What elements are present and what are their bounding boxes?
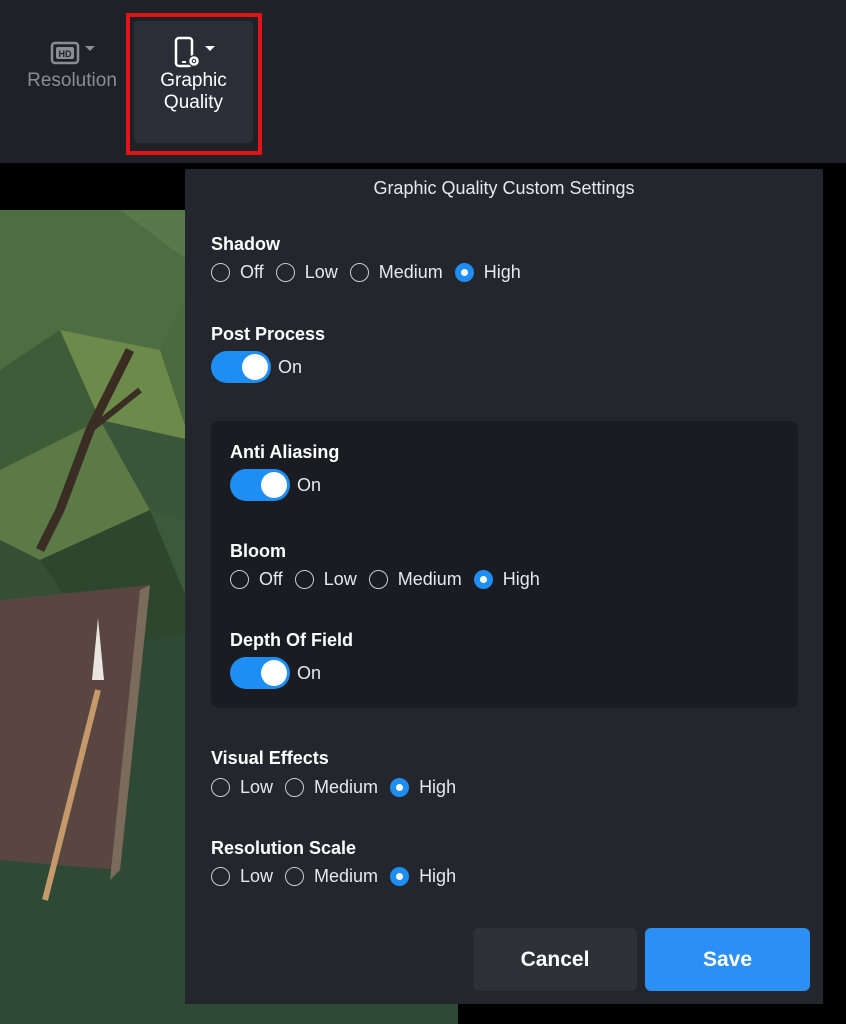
- radio-selected-icon[interactable]: [390, 867, 410, 886]
- resolution-scale-option-low[interactable]: Low: [211, 866, 273, 887]
- radio-icon[interactable]: [275, 263, 295, 282]
- radio-icon[interactable]: [368, 570, 388, 589]
- shadow-option-off[interactable]: Off: [211, 262, 264, 283]
- option-label: Low: [323, 569, 357, 589]
- option-label: Medium: [378, 262, 443, 282]
- chevron-down-icon: [85, 45, 95, 51]
- option-label: Medium: [314, 777, 379, 797]
- resolution-scale-option-high[interactable]: High: [390, 866, 456, 887]
- visual-effects-option-high[interactable]: High: [390, 777, 456, 798]
- option-label: High: [419, 777, 457, 797]
- shadow-option-low[interactable]: Low: [275, 262, 338, 283]
- shadow-options: Off Low Medium High: [211, 262, 533, 283]
- option-label: Off: [259, 569, 283, 589]
- option-label: High: [483, 262, 521, 282]
- resolution-button[interactable]: HD Resolution: [20, 36, 124, 92]
- post-process-toggle[interactable]: [211, 351, 271, 383]
- scene-strip: [458, 1004, 846, 1024]
- resolution-scale-label: Resolution Scale: [211, 838, 357, 858]
- hd-icon: HD: [49, 36, 95, 70]
- svg-text:HD: HD: [59, 49, 72, 59]
- resolution-label: Resolution: [27, 70, 117, 91]
- top-toolbar: HD Resolution Graphic Quality: [0, 0, 846, 163]
- anti-aliasing-label: Anti Aliasing: [230, 442, 340, 462]
- option-label: Low: [304, 262, 338, 282]
- radio-icon[interactable]: [349, 263, 369, 282]
- post-process-subpanel: Anti Aliasing On Bloom Off Low Medium Hi…: [211, 421, 798, 708]
- depth-of-field-toggle[interactable]: [230, 657, 290, 689]
- bloom-label: Bloom: [230, 541, 286, 561]
- option-label: Low: [240, 777, 274, 797]
- radio-selected-icon[interactable]: [390, 778, 410, 797]
- radio-icon[interactable]: [211, 778, 230, 797]
- shadow-option-medium[interactable]: Medium: [349, 262, 443, 283]
- selection-highlight: [126, 13, 262, 155]
- visual-effects-options: Low Medium High: [211, 777, 468, 798]
- visual-effects-label: Visual Effects: [211, 748, 329, 768]
- option-label: High: [502, 569, 540, 589]
- shadow-option-high[interactable]: High: [454, 262, 521, 283]
- anti-aliasing-row: On: [230, 469, 321, 501]
- anti-aliasing-toggle[interactable]: [230, 469, 290, 501]
- post-process-label: Post Process: [211, 324, 326, 344]
- radio-icon[interactable]: [230, 570, 249, 589]
- radio-icon[interactable]: [294, 570, 314, 589]
- resolution-scale-option-medium[interactable]: Medium: [285, 866, 378, 887]
- resolution-scale-options: Low Medium High: [211, 866, 468, 887]
- radio-icon[interactable]: [285, 867, 305, 886]
- option-label: Medium: [397, 569, 462, 589]
- bloom-option-medium[interactable]: Medium: [368, 569, 462, 590]
- option-label: Off: [240, 262, 264, 282]
- save-button[interactable]: Save: [645, 928, 810, 991]
- radio-selected-icon[interactable]: [454, 263, 474, 282]
- visual-effects-option-low[interactable]: Low: [211, 777, 273, 798]
- depth-of-field-row: On: [230, 657, 321, 689]
- radio-selected-icon[interactable]: [473, 570, 493, 589]
- option-label: High: [419, 866, 457, 886]
- depth-of-field-label: Depth Of Field: [230, 630, 353, 650]
- radio-icon[interactable]: [285, 778, 305, 797]
- dialog-title: Graphic Quality Custom Settings: [373, 178, 635, 198]
- post-process-row: On: [211, 351, 302, 383]
- shadow-label: Shadow: [211, 234, 281, 254]
- option-label: Medium: [314, 866, 379, 886]
- cancel-button[interactable]: Cancel: [473, 928, 637, 991]
- radio-icon[interactable]: [211, 263, 230, 282]
- bloom-option-high[interactable]: High: [473, 569, 540, 590]
- option-label: Low: [240, 866, 274, 886]
- visual-effects-option-medium[interactable]: Medium: [285, 777, 378, 798]
- bloom-options: Off Low Medium High: [230, 569, 552, 590]
- radio-icon[interactable]: [211, 867, 230, 886]
- bloom-option-off[interactable]: Off: [230, 569, 283, 590]
- post-process-state: On: [278, 356, 303, 377]
- graphic-quality-dialog: Graphic Quality Custom Settings Shadow O…: [185, 169, 823, 1004]
- anti-aliasing-state: On: [297, 474, 322, 495]
- bloom-option-low[interactable]: Low: [294, 569, 357, 590]
- depth-of-field-state: On: [297, 662, 322, 683]
